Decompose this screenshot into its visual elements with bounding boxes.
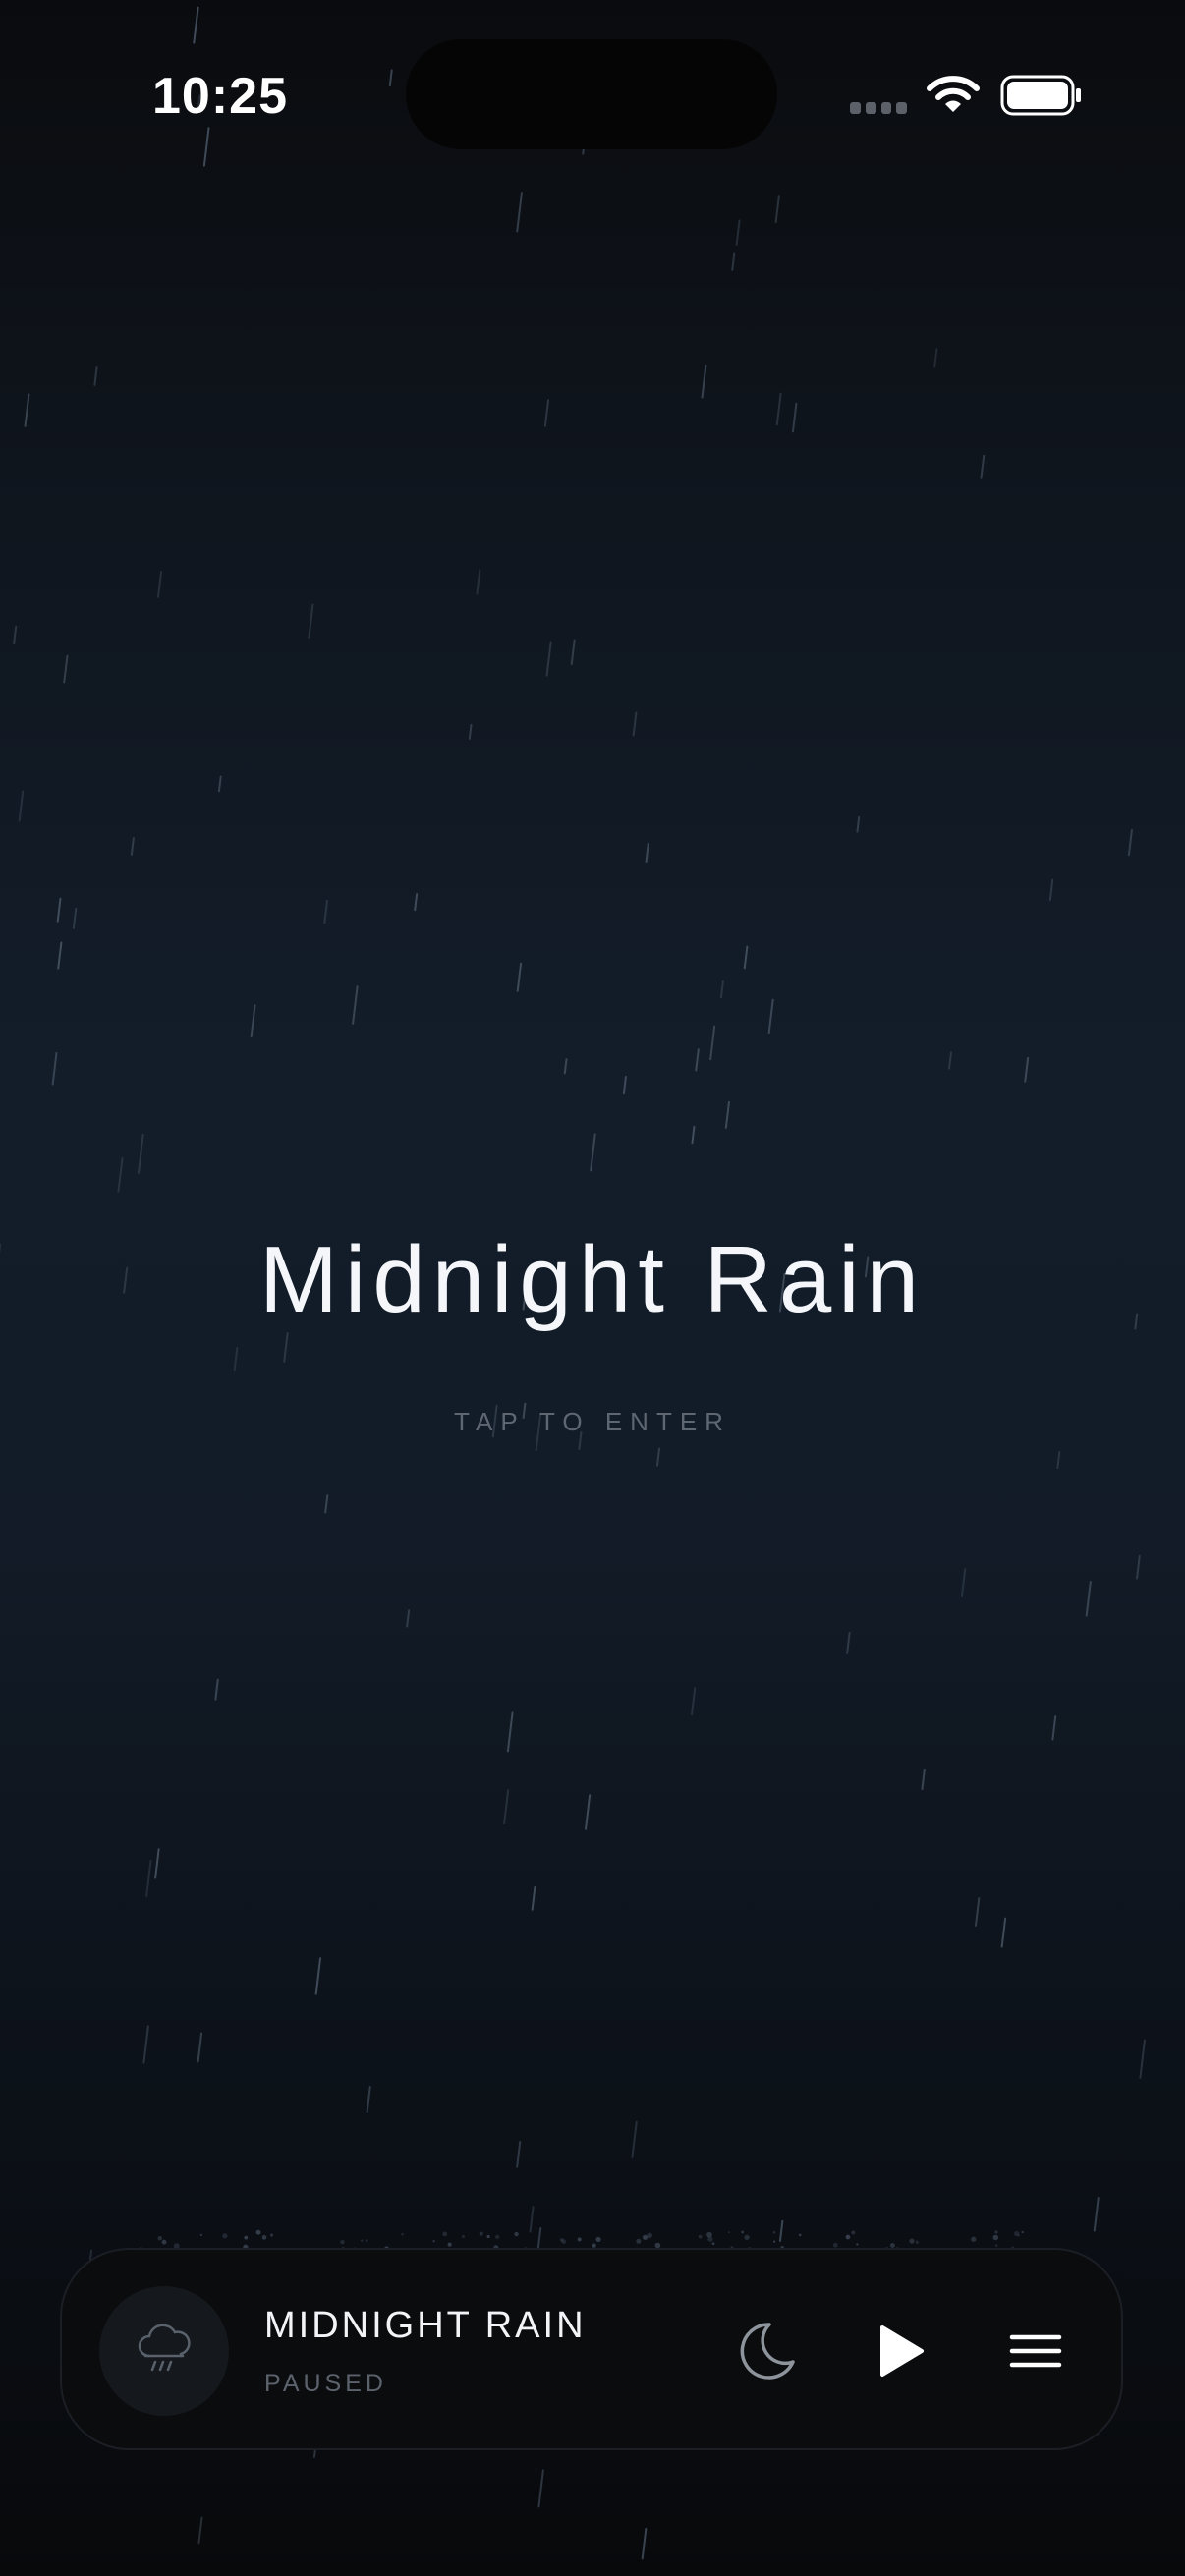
- dynamic-island: [406, 39, 777, 149]
- wifi-icon: [927, 76, 980, 112]
- menu-button[interactable]: [987, 2302, 1085, 2400]
- sleep-timer-button[interactable]: [715, 2302, 814, 2400]
- status-time: 10:25: [152, 68, 288, 125]
- battery-icon: [1000, 75, 1081, 116]
- playback-status: PAUSED: [264, 2370, 387, 2397]
- status-bar: 10:25: [0, 0, 1185, 196]
- moon-icon: [740, 2323, 795, 2380]
- play-icon: [880, 2325, 924, 2377]
- page-title: Midnight Rain: [259, 1227, 926, 1332]
- mini-player[interactable]: MIDNIGHT RAIN PAUSED: [60, 2248, 1123, 2450]
- rain-cloud-icon: [138, 2324, 191, 2372]
- track-artwork: [99, 2286, 229, 2416]
- play-button[interactable]: [851, 2302, 949, 2400]
- tap-to-enter-button[interactable]: TAP TO ENTER: [0, 1407, 1185, 1437]
- track-title: MIDNIGHT RAIN: [264, 2305, 587, 2346]
- cellular-signal-icon: [850, 102, 907, 114]
- menu-icon: [1009, 2334, 1062, 2368]
